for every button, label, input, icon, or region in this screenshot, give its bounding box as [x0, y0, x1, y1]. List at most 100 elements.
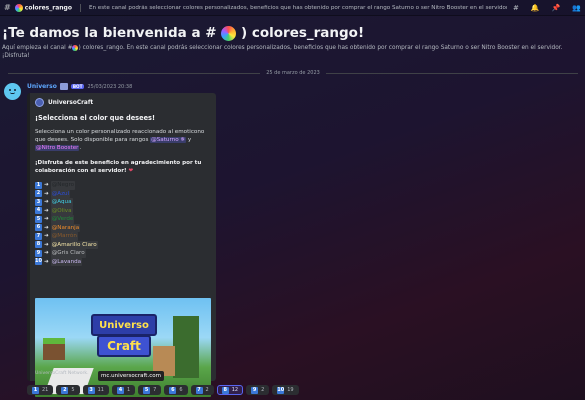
- channel-name-text: colores_rango: [24, 4, 72, 11]
- reaction-count: 7: [153, 387, 157, 393]
- header-divider: [79, 3, 81, 12]
- role-mention[interactable]: @Negro: [50, 181, 76, 190]
- role-mention-saturno[interactable]: @Saturno ✵: [150, 137, 187, 143]
- role-mention[interactable]: @Oliva: [50, 206, 73, 215]
- reaction-count: 11: [97, 387, 104, 393]
- members-icon[interactable]: 👥: [572, 4, 581, 12]
- date-divider-label: 25 de marzo de 2023: [266, 70, 320, 76]
- role-mention[interactable]: @Marrón: [50, 232, 78, 241]
- welcome-title-suffix: ) colores_rango!: [240, 25, 365, 41]
- arrow-icon: ➜: [44, 233, 49, 239]
- tree-block: [173, 316, 199, 378]
- rainbow-emoji: [14, 3, 23, 12]
- keycap-6-icon: 6: [35, 224, 42, 232]
- message-embed: UniversoCraft ¡Selecciona el color que d…: [27, 93, 216, 397]
- reaction-2[interactable]: 25: [56, 385, 80, 395]
- channel-name[interactable]: colores_rango: [14, 3, 72, 12]
- welcome-title: ¡Te damos la bienvenida a # ) colores_ra…: [2, 25, 582, 41]
- keycap-8-icon: 8: [221, 386, 229, 394]
- bot-tag: BOT: [70, 84, 85, 89]
- message-timestamp: 25/03/2023 20:38: [87, 83, 133, 90]
- list-item: 6 ➜ @Naranja: [35, 223, 209, 232]
- reaction-6[interactable]: 66: [164, 385, 188, 395]
- keycap-9-icon: 9: [35, 249, 42, 257]
- welcome-desc-suffix: ) colores_rango. En este canal podrás se…: [2, 45, 563, 59]
- arrow-icon: ➜: [44, 250, 49, 256]
- embed-title: ¡Selecciona el color que desees!: [35, 114, 155, 122]
- keycap-1-icon: 1: [35, 181, 42, 189]
- embed-image[interactable]: Universo Craft mc.universocraft.com: [35, 298, 211, 397]
- role-list: 1 ➜ @Negro 2 ➜ @Azul 3 ➜ @Aqua 4 ➜ @Oliva 5 ➜ @Ver…: [35, 181, 209, 266]
- arrow-icon: ➜: [44, 241, 49, 248]
- keycap-10-icon: 10: [35, 258, 42, 266]
- threads-icon[interactable]: #: [513, 4, 519, 12]
- keycap-4-icon: 4: [116, 386, 124, 394]
- bell-icon[interactable]: 🔔: [531, 4, 540, 12]
- reaction-7[interactable]: 72: [190, 385, 214, 395]
- embed-desc-end: .: [79, 145, 82, 151]
- keycap-8-icon: 8: [35, 241, 42, 249]
- reaction-count: 21: [42, 387, 49, 393]
- keycap-3-icon: 3: [35, 198, 42, 206]
- reaction-9[interactable]: 92: [246, 385, 270, 395]
- role-mention[interactable]: @Azul: [50, 189, 71, 198]
- arrow-icon: ➜: [44, 190, 49, 197]
- reaction-8[interactable]: 8 12: [216, 385, 244, 395]
- arrow-icon: ➜: [44, 216, 49, 222]
- avatar-face: [8, 88, 17, 95]
- reaction-bar: 1 21 25 3 11 41 57 66 72 8 12 92 10 19: [27, 385, 299, 395]
- list-item: 2 ➜ @Azul: [35, 189, 209, 198]
- reaction-5[interactable]: 57: [138, 385, 162, 395]
- role-mention[interactable]: @Amarillo Claro: [50, 240, 98, 249]
- grass-top: [43, 338, 65, 344]
- embed-note: ¡Disfruta de este beneficio en agradecim…: [35, 159, 209, 175]
- keycap-2-icon: 2: [35, 190, 42, 198]
- keycap-7-icon: 7: [195, 386, 203, 394]
- arrow-icon: ➜: [44, 182, 49, 188]
- role-mention[interactable]: @Gris Claro: [50, 249, 86, 258]
- list-item: 3 ➜ @Aqua: [35, 198, 209, 207]
- date-divider: 25 de marzo de 2023: [8, 69, 578, 77]
- avatar[interactable]: [4, 83, 21, 100]
- keycap-2-icon: 2: [61, 386, 69, 394]
- divider-line: [8, 72, 261, 74]
- keycap-5-icon: 5: [143, 386, 151, 394]
- reaction-count: 1: [126, 387, 131, 393]
- channel-topic[interactable]: En este canal podrás seleccionar colores…: [89, 5, 507, 11]
- server-url: mc.universocraft.com: [98, 371, 164, 381]
- heart-emoji: ❤: [128, 168, 134, 174]
- message-header: Universo BOT 25/03/2023 20:38: [27, 83, 132, 90]
- role-mention[interactable]: @Naranja: [50, 223, 81, 232]
- reaction-10[interactable]: 10 19: [272, 385, 299, 395]
- hash-icon: #: [4, 3, 11, 12]
- message-author[interactable]: Universo: [27, 83, 57, 90]
- welcome-description: Aquí empieza el canal #) colores_rango. …: [2, 44, 582, 60]
- embed-footer: UniversoCraft Network.: [35, 371, 89, 376]
- reaction-count: 2: [261, 387, 265, 393]
- reaction-1[interactable]: 1 21: [27, 385, 54, 395]
- keycap-10-icon: 10: [277, 386, 285, 394]
- list-item: 7 ➜ @Marrón: [35, 232, 209, 241]
- welcome-title-prefix: ¡Te damos la bienvenida a #: [2, 25, 217, 41]
- reaction-count: 19: [287, 387, 294, 393]
- arrow-icon: ➜: [44, 207, 49, 214]
- role-mention[interactable]: @Aqua: [50, 198, 73, 207]
- reaction-4[interactable]: 41: [111, 385, 136, 395]
- role-mention[interactable]: @Verde: [50, 215, 75, 224]
- pin-icon[interactable]: 📌: [552, 4, 561, 12]
- reaction-3[interactable]: 3 11: [82, 385, 109, 395]
- list-item: 4 ➜ @Oliva: [35, 206, 209, 215]
- keycap-3-icon: 3: [87, 386, 95, 394]
- embed-author-name: UniversoCraft: [48, 99, 94, 106]
- reaction-count: 6: [179, 387, 183, 393]
- embed-author-icon: [35, 98, 44, 107]
- embed-note-text: ¡Disfruta de este beneficio en agradecim…: [35, 160, 202, 174]
- logo-line-2: Craft: [97, 335, 151, 357]
- welcome-desc-prefix: Aquí empieza el canal #: [2, 45, 73, 51]
- role-mention[interactable]: @Lavanda: [50, 257, 83, 266]
- channel-header: # colores_rango En este canal podrás sel…: [0, 0, 585, 16]
- role-mention-nitro[interactable]: @Nitro Booster: [35, 145, 80, 151]
- arrow-icon: ➜: [44, 258, 49, 265]
- reaction-count: 2: [205, 387, 209, 393]
- list-item: 1 ➜ @Negro: [35, 181, 209, 190]
